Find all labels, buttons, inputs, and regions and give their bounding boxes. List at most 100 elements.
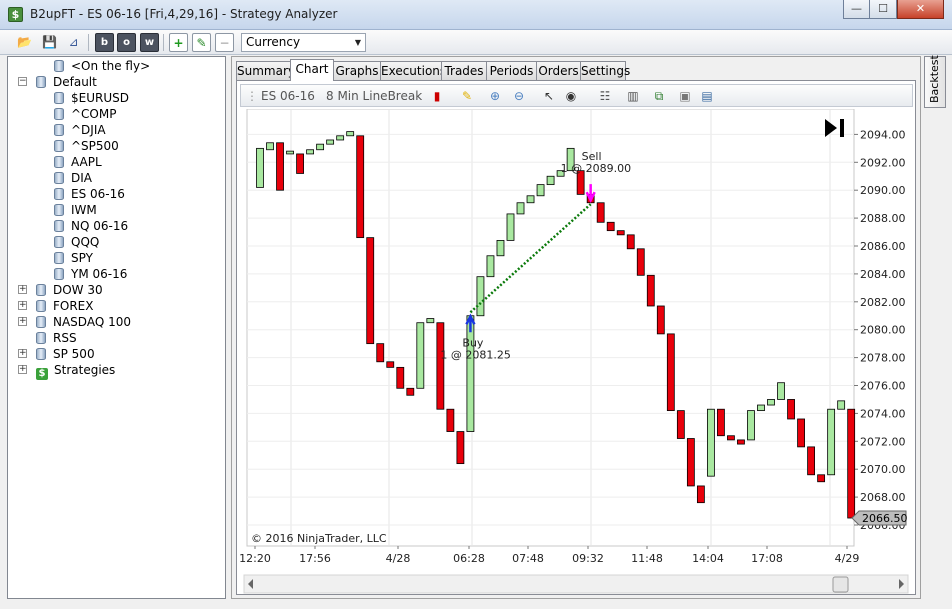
chart-style-icon[interactable]: ▮	[429, 88, 445, 104]
expand-icon[interactable]: +	[18, 349, 27, 358]
tree-item[interactable]: QQQ	[54, 234, 99, 250]
database-icon	[54, 204, 64, 216]
o-icon[interactable]: o	[117, 33, 136, 52]
chart-bar-type[interactable]: 8 Min LineBreak	[326, 89, 422, 103]
tree-item[interactable]: YM 06-16	[54, 266, 127, 282]
maximize-button[interactable]: ☐	[869, 0, 897, 19]
database-icon	[36, 332, 46, 344]
tree-item-label: FOREX	[53, 299, 94, 313]
brick-down	[276, 142, 284, 191]
tree-item[interactable]: ES 06-16	[54, 186, 125, 202]
expand-icon[interactable]: +	[18, 365, 27, 374]
chart-instrument[interactable]: ES 06-16	[261, 89, 315, 103]
tab-periods[interactable]: Periods	[486, 61, 537, 80]
tree-item-label: Default	[53, 75, 97, 89]
w-icon[interactable]: w	[140, 33, 159, 52]
tab-settings[interactable]: Settings	[580, 61, 630, 80]
tree-item[interactable]: $ Strategies	[36, 362, 115, 380]
database-icon	[54, 156, 64, 168]
brick-up	[536, 184, 545, 197]
tree-item[interactable]: ^SP500	[54, 138, 119, 154]
save-icon[interactable]: 💾	[40, 33, 59, 52]
tab-executions[interactable]: Executions	[380, 61, 446, 80]
pin-icon[interactable]: ⊿	[64, 33, 83, 52]
database-icon	[36, 284, 46, 296]
chart-toolbar: ⋮ ES 06-16 8 Min LineBreak ▮ ✎ ⊕ ⊖ ↖ ◉ ☷…	[240, 84, 913, 107]
template-icon[interactable]: ▤	[699, 88, 715, 104]
brick-down	[296, 153, 304, 174]
tab-chart[interactable]: Chart	[290, 59, 334, 81]
window-title: B2upFT - ES 06-16 [Fri,4,29,16] - Strate…	[30, 7, 338, 21]
tab-summary[interactable]: Summary	[236, 61, 295, 80]
tree-item[interactable]: SP 500	[36, 346, 95, 362]
properties-icon[interactable]: ☷	[597, 88, 613, 104]
tree-item[interactable]: RSS	[36, 330, 77, 346]
tree-item-label: NASDAQ 100	[53, 315, 131, 329]
brick-down	[817, 474, 826, 483]
brick-up	[757, 404, 765, 412]
tree-item[interactable]: NASDAQ 100	[36, 314, 131, 330]
database-icon	[54, 124, 64, 136]
brick-down	[396, 366, 405, 389]
tree-item[interactable]: $EURUSD	[54, 90, 129, 106]
b-icon[interactable]: b	[95, 33, 114, 52]
open-folder-icon[interactable]: 📂	[15, 33, 34, 52]
brick-up	[286, 150, 294, 155]
tab-orders[interactable]: Orders	[536, 61, 581, 80]
brick-down	[636, 248, 645, 276]
pointer-icon[interactable]: ↖	[541, 88, 557, 104]
database-icon	[54, 172, 64, 184]
y-tick-label: 2072.00	[860, 435, 906, 448]
minimize-button[interactable]: —	[843, 0, 870, 19]
zoom-in-icon[interactable]: ⊕	[487, 88, 503, 104]
tab-graphs[interactable]: Graphs	[333, 61, 381, 80]
y-tick-label: 2088.00	[860, 212, 906, 225]
brick-down	[646, 274, 655, 307]
tree-item-label: AAPL	[71, 155, 102, 169]
collapse-icon[interactable]: −	[18, 77, 27, 86]
crosshair-icon[interactable]: ◉	[563, 88, 579, 104]
tab-trades[interactable]: Trades	[441, 61, 487, 80]
backtest-side-tab[interactable]: Backtest	[924, 55, 946, 108]
brick-up	[516, 202, 525, 215]
tree-item[interactable]: SPY	[54, 250, 93, 266]
last-price-label: 2066.50	[862, 512, 908, 525]
tree-item[interactable]: IWM	[54, 202, 97, 218]
data-box-icon[interactable]: ▣	[677, 88, 693, 104]
scrollbar-thumb[interactable]	[832, 576, 849, 593]
tree-item[interactable]: AAPL	[54, 154, 102, 170]
tree-item[interactable]: ^COMP	[54, 106, 116, 122]
pencil-icon[interactable]: ✎	[459, 88, 475, 104]
brick-down	[696, 485, 705, 504]
x-tick-label: 17:56	[299, 552, 331, 565]
currency-select[interactable]: Currency ▼	[241, 33, 366, 52]
x-tick-label: 09:32	[572, 552, 604, 565]
y-tick-label: 2086.00	[860, 240, 906, 253]
close-button[interactable]: ✕	[897, 0, 944, 19]
scrollbar-track[interactable]	[243, 574, 909, 594]
price-chart[interactable]: 2094.00 2092.00 2090.00 2088.00 2086.00 2084.…	[239, 109, 915, 596]
tree-item[interactable]: DOW 30	[36, 282, 103, 298]
tree-item-label: NQ 06-16	[71, 219, 129, 233]
y-tick-label: 2078.00	[860, 352, 906, 365]
database-icon	[54, 140, 64, 152]
brick-down	[596, 202, 605, 223]
strategies-icon[interactable]: ⧉	[651, 88, 667, 104]
zoom-out-icon[interactable]: ⊖	[511, 88, 527, 104]
expand-icon[interactable]: +	[18, 317, 27, 326]
tree-item[interactable]: NQ 06-16	[54, 218, 128, 234]
tree-item[interactable]: FOREX	[36, 298, 94, 314]
tree-item[interactable]: DIA	[54, 170, 92, 186]
tree-item[interactable]: <On the fly>	[54, 58, 150, 74]
expand-icon[interactable]: +	[18, 285, 27, 294]
tree-item[interactable]: Default	[36, 74, 97, 90]
tree-item[interactable]: ^DJIA	[54, 122, 106, 138]
add-icon[interactable]: +	[169, 33, 188, 52]
brick-up	[346, 131, 355, 137]
expand-icon[interactable]: +	[18, 301, 27, 310]
grip-icon: ⋮	[246, 89, 258, 103]
brick-up	[777, 382, 785, 400]
remove-icon[interactable]: −	[215, 33, 234, 52]
edit-icon[interactable]: ✎	[192, 33, 211, 52]
indicators-icon[interactable]: ▥	[625, 88, 641, 104]
